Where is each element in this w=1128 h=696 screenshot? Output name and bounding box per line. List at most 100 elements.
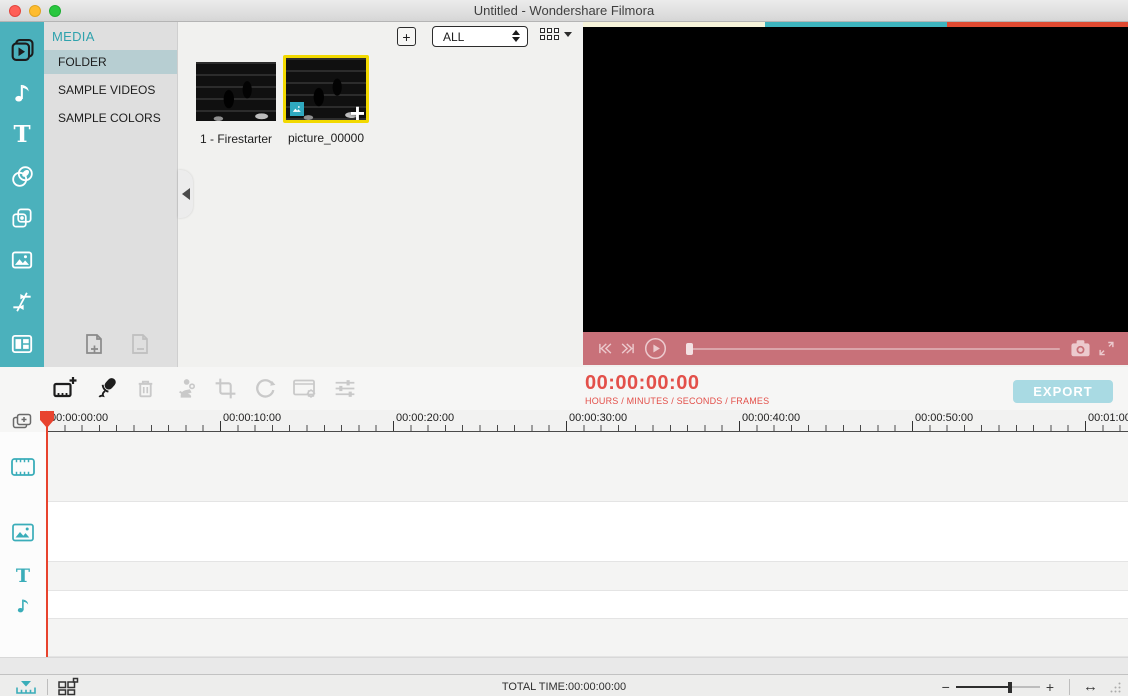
library-item-firestarter[interactable]: 1 - Firestarter <box>184 62 288 146</box>
add-to-timeline-button[interactable] <box>52 376 78 402</box>
skip-back-icon <box>596 340 613 357</box>
sidebar-item-split-screen[interactable] <box>4 284 40 320</box>
stepper-arrows-icon <box>512 30 520 42</box>
text-track-header[interactable]: T <box>0 562 47 591</box>
video-thumbnail[interactable] <box>196 62 276 121</box>
audio-track-icon <box>13 595 33 615</box>
playhead-line <box>46 426 48 657</box>
sidebar-item-titles[interactable]: T <box>4 116 40 152</box>
add-file-icon <box>82 332 106 360</box>
timeline-layout-button[interactable] <box>57 677 79 696</box>
delete-button[interactable] <box>132 376 158 402</box>
zoom-slider-fill <box>956 686 1010 688</box>
sidebar-item-audio[interactable] <box>4 74 40 110</box>
music-note-icon <box>9 79 35 105</box>
fit-to-timeline-button[interactable]: ↔ <box>1079 678 1102 695</box>
snapshot-button[interactable] <box>1070 339 1091 358</box>
zoom-out-button[interactable]: − <box>936 680 956 694</box>
add-folder-button[interactable] <box>80 331 108 361</box>
pip-track-header[interactable] <box>0 502 47 562</box>
track-height-button[interactable] <box>14 678 38 696</box>
remove-folder-button[interactable] <box>126 331 154 361</box>
seek-bar[interactable] <box>686 343 1060 355</box>
close-button[interactable] <box>9 5 21 17</box>
media-panel-item-sample-colors[interactable]: SAMPLE COLORS <box>44 106 177 130</box>
library-item-label: 1 - Firestarter <box>184 132 288 146</box>
import-media-button[interactable]: + <box>397 27 416 46</box>
timeline-zoom-slider[interactable] <box>956 681 1040 693</box>
zoom-slider-handle[interactable] <box>1008 682 1012 693</box>
audio-track[interactable] <box>47 591 1128 619</box>
add-track-button[interactable] <box>0 410 47 432</box>
image-icon <box>9 247 35 273</box>
settings-window-icon <box>292 376 318 401</box>
timeline-scroll-area[interactable] <box>0 657 1128 674</box>
zoom-in-button[interactable]: + <box>1040 680 1060 694</box>
layout-icon <box>9 331 35 357</box>
minimize-button[interactable] <box>29 5 41 17</box>
media-panel: MEDIA FOLDER SAMPLE VIDEOS SAMPLE COLORS <box>44 22 178 367</box>
remove-file-icon <box>128 332 152 360</box>
preview-screen[interactable] <box>583 27 1128 332</box>
audio-track-header[interactable] <box>0 591 47 619</box>
add-track-icon <box>12 413 34 429</box>
text-track[interactable] <box>47 562 1128 591</box>
seek-track <box>686 348 1060 350</box>
rotate-button[interactable] <box>252 376 278 402</box>
library-controls: + ALL <box>178 27 583 51</box>
add-to-timeline-overlay[interactable]: + <box>350 100 365 120</box>
swap-arrows-icon <box>9 289 35 315</box>
text-track-icon: T <box>16 567 30 586</box>
divider <box>47 679 48 695</box>
total-time-label: TOTAL TIME:00:00:00:00 <box>502 681 626 693</box>
image-thumbnail[interactable]: + <box>286 58 366 120</box>
media-panel-header: MEDIA <box>44 22 177 50</box>
view-mode-button[interactable] <box>540 28 572 40</box>
sidebar-item-layouts[interactable] <box>4 326 40 362</box>
microphone-icon <box>93 376 118 401</box>
traffic-lights <box>9 5 61 17</box>
collapse-panel-button[interactable] <box>178 170 193 218</box>
title-bar: Untitled - Wondershare Filmora <box>0 0 1128 22</box>
timeline: 00:00:00:00 00:00:10:00 00:00:20:00 00:0… <box>0 410 1128 674</box>
video-track[interactable] <box>47 432 1128 502</box>
window-title: Untitled - Wondershare Filmora <box>474 3 654 18</box>
track-height-icon <box>14 678 38 696</box>
adjust-button[interactable] <box>332 376 358 402</box>
playback-controls <box>583 332 1128 365</box>
sidebar-item-transitions[interactable] <box>4 158 40 194</box>
previous-frame-button[interactable] <box>596 340 613 357</box>
extra-track-header[interactable] <box>0 619 47 657</box>
media-panel-item-sample-videos[interactable]: SAMPLE VIDEOS <box>44 78 177 102</box>
split-button[interactable] <box>172 376 198 402</box>
next-frame-button[interactable] <box>620 340 637 357</box>
fullscreen-button[interactable] <box>1098 340 1115 357</box>
image-badge-icon <box>292 104 302 114</box>
clip-settings-button[interactable] <box>292 376 318 402</box>
record-voiceover-button[interactable] <box>92 376 118 402</box>
chevron-left-icon <box>182 188 190 200</box>
sidebar-item-overlays[interactable] <box>4 200 40 236</box>
media-panel-item-folder[interactable]: FOLDER <box>44 50 177 74</box>
sidebar-item-elements[interactable] <box>4 242 40 278</box>
pip-track[interactable] <box>47 502 1128 562</box>
image-track-icon <box>11 522 35 543</box>
preview-panel <box>583 22 1128 367</box>
zoom-button[interactable] <box>49 5 61 17</box>
add-clip-icon <box>52 376 78 402</box>
play-button[interactable] <box>644 337 667 360</box>
filter-dropdown-value: ALL <box>443 30 464 44</box>
video-track-header[interactable] <box>0 432 47 502</box>
sidebar-item-media[interactable] <box>4 32 40 68</box>
crop-button[interactable] <box>212 376 238 402</box>
sliders-icon <box>332 376 358 401</box>
filter-dropdown[interactable]: ALL <box>432 26 528 47</box>
app-window: Untitled - Wondershare Filmora T <box>0 0 1128 696</box>
export-button[interactable]: EXPORT <box>1013 380 1113 403</box>
library-item-picture[interactable]: + picture_00000 <box>274 55 378 145</box>
extra-track[interactable] <box>47 619 1128 657</box>
resize-grip-icon[interactable] <box>1108 680 1122 694</box>
skip-forward-icon <box>620 340 637 357</box>
seek-handle[interactable] <box>686 343 693 355</box>
timeline-ruler[interactable]: 00:00:00:00 00:00:10:00 00:00:20:00 00:0… <box>47 410 1128 432</box>
